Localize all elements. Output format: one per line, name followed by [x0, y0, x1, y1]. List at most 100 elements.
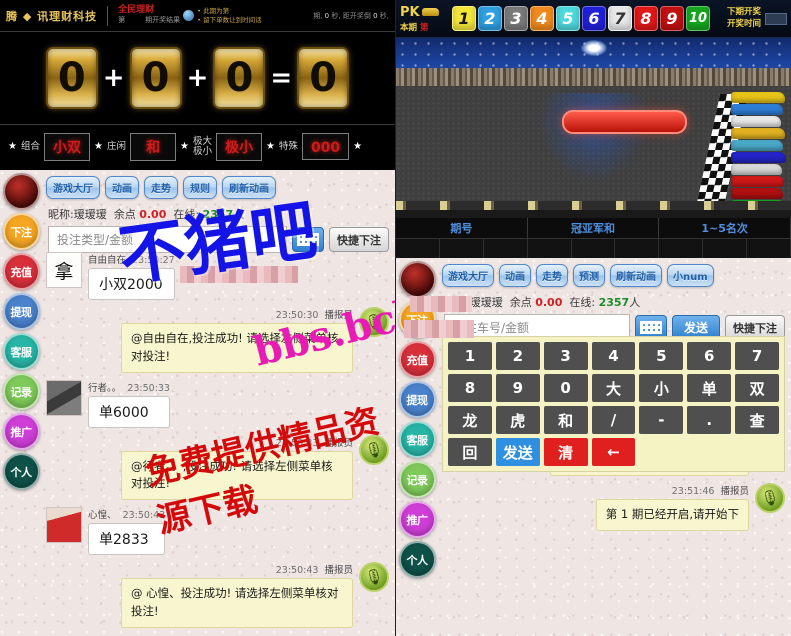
race-car-9 — [731, 188, 783, 199]
result-ball-4[interactable]: 4 — [530, 6, 554, 31]
nav-game-lobby[interactable]: 游戏大厅 — [46, 176, 100, 199]
avatar[interactable] — [46, 379, 82, 416]
censor-block — [410, 296, 472, 312]
broadcaster-avatar-icon[interactable]: 🎙 — [755, 482, 785, 513]
sidebar-item-promote[interactable]: 推广 — [398, 501, 436, 538]
censor-block — [180, 266, 298, 283]
sidebar-item-recharge[interactable]: 充值 — [398, 341, 436, 378]
censor-block — [404, 320, 474, 338]
tab-champion-sum[interactable]: 冠亚军和 — [528, 218, 660, 238]
nav-animation[interactable]: 动画 — [105, 176, 139, 199]
result-ball-1[interactable]: 1 — [452, 6, 476, 31]
broadcaster-avatar-icon[interactable]: 🎙 — [359, 307, 389, 337]
result-value-combo: 小双 — [43, 132, 90, 161]
keypad-row: 龙 虎 和 / - . 查 — [448, 406, 780, 434]
key-query[interactable]: 查 — [735, 406, 780, 434]
key-small[interactable]: 小 — [639, 374, 684, 402]
bet-keypad[interactable]: 1 2 3 4 5 6 7 8 9 0 大 小 单 双 龙 虎 和 / - . … — [442, 336, 785, 472]
nav-rules[interactable]: 规则 — [183, 176, 217, 199]
key-send[interactable]: 发送 — [495, 438, 540, 466]
sidebar-item-support[interactable]: 客服 — [398, 421, 436, 458]
race-track — [396, 38, 791, 218]
sidebar-item-logo[interactable] — [2, 173, 40, 210]
result-ball-8[interactable]: 8 — [634, 6, 658, 31]
race-car-icon — [421, 8, 439, 16]
nav-refresh-animation[interactable]: 刷新动画 — [222, 176, 276, 199]
nickname-value: 瑷瑷瑷 — [469, 296, 503, 309]
board-header: 腾 ◆ 讯理财科技 全民理财 第 期开奖结果 • 此期为第 • 留下单数让到时间… — [0, 0, 395, 32]
keypad-spacer — [639, 438, 683, 466]
key-7[interactable]: 7 — [735, 342, 780, 370]
result-ball-7[interactable]: 7 — [608, 6, 632, 31]
avatar[interactable]: 拿 — [46, 252, 82, 288]
key-1[interactable]: 1 — [448, 342, 492, 370]
message-meta: 23:50:33 播报员 — [275, 437, 353, 449]
key-clear[interactable]: 清 — [543, 438, 588, 466]
key-8[interactable]: 8 — [448, 374, 492, 402]
info-cell — [659, 239, 704, 258]
sidebar-item-withdraw[interactable]: 提现 — [2, 293, 40, 330]
result-ball-3[interactable]: 3 — [504, 6, 528, 31]
pk10-result-balls: 1 2 3 4 5 6 7 8 9 10 — [452, 6, 710, 31]
race-car-7 — [731, 164, 782, 175]
nav-prediction[interactable]: 预测 — [573, 264, 605, 287]
key-2[interactable]: 2 — [495, 342, 540, 370]
result-ball-6[interactable]: 6 — [582, 6, 606, 31]
nav-animation[interactable]: 动画 — [499, 264, 531, 287]
message-bubble: 单2833 — [88, 523, 166, 556]
broadcaster-avatar-icon[interactable]: 🎙 — [359, 562, 389, 593]
nav-small-num[interactable]: 小num — [667, 264, 714, 287]
tab-round-number[interactable]: 期号 — [396, 218, 528, 238]
sidebar-item-withdraw[interactable]: 提现 — [398, 381, 436, 418]
sidebar-item-logo[interactable] — [398, 261, 436, 298]
key-6[interactable]: 6 — [687, 342, 732, 370]
message-bubble: @自由自在,投注成功! 请选择左侧菜单核对投注! — [121, 323, 353, 373]
sidebar-item-personal[interactable]: 个人 — [2, 453, 40, 490]
sidebar-item-promote[interactable]: 推广 — [2, 413, 40, 450]
nav-game-lobby[interactable]: 游戏大厅 — [442, 264, 494, 287]
key-0[interactable]: 0 — [543, 374, 588, 402]
sidebar-item-support[interactable]: 客服 — [2, 333, 40, 370]
key-backspace[interactable]: ← — [591, 438, 636, 466]
result-ball-10[interactable]: 10 — [686, 6, 710, 31]
result-ball-5[interactable]: 5 — [556, 6, 580, 31]
result-ball-2[interactable]: 2 — [478, 6, 502, 31]
leading-car — [561, 110, 687, 134]
broadcaster-avatar-icon[interactable]: 🎙 — [359, 434, 389, 465]
key-tiger[interactable]: 虎 — [495, 406, 540, 434]
sidebar-item-bet[interactable]: 下注 — [2, 213, 40, 250]
key-5[interactable]: 5 — [639, 342, 684, 370]
sidebar-item-recharge[interactable]: 充值 — [2, 253, 40, 290]
key-odd[interactable]: 单 — [687, 374, 732, 402]
avatar[interactable] — [46, 507, 82, 544]
key-3[interactable]: 3 — [543, 342, 588, 370]
sidebar-item-records[interactable]: 记录 — [2, 373, 40, 410]
sidebar-item-records[interactable]: 记录 — [398, 461, 436, 498]
key-slash[interactable]: / — [591, 406, 636, 434]
nav-trend[interactable]: 走势 — [144, 176, 178, 199]
race-car-4 — [731, 128, 785, 139]
key-9[interactable]: 9 — [495, 374, 540, 402]
nickname-value: 瑷瑷瑷 — [73, 208, 107, 221]
left-nav-bar: 游戏大厅 动画 走势 规则 刷新动画 — [42, 170, 395, 201]
race-cars-group — [727, 92, 789, 212]
star-icon: ★ — [353, 141, 363, 152]
nav-trend[interactable]: 走势 — [536, 264, 568, 287]
sidebar-item-personal[interactable]: 个人 — [398, 541, 436, 578]
key-dot[interactable]: . — [687, 406, 732, 434]
key-4[interactable]: 4 — [591, 342, 636, 370]
info-cell — [747, 239, 791, 258]
left-chat-stream[interactable]: 拿 自由自在 23:50:27 小双2000 🎙 23:50:30 播报员 @自… — [42, 248, 395, 636]
result-ball-9[interactable]: 9 — [660, 6, 684, 31]
star-icon: ★ — [265, 141, 275, 152]
tab-rank-1-5[interactable]: 1~5名次 — [659, 218, 791, 238]
board-notice: • 此期为第 • 留下单数让到时间话 — [197, 6, 262, 24]
key-dash[interactable]: - — [639, 406, 684, 434]
key-back[interactable]: 回 — [448, 438, 492, 466]
left-chat-app: 下注 充值 提现 客服 记录 推广 个人 游戏大厅 动画 走势 规则 刷新动画 … — [0, 170, 395, 636]
key-dragon[interactable]: 龙 — [448, 406, 492, 434]
key-even[interactable]: 双 — [735, 374, 780, 402]
nav-refresh-animation[interactable]: 刷新动画 — [610, 264, 662, 287]
key-big[interactable]: 大 — [591, 374, 636, 402]
key-tie[interactable]: 和 — [543, 406, 588, 434]
